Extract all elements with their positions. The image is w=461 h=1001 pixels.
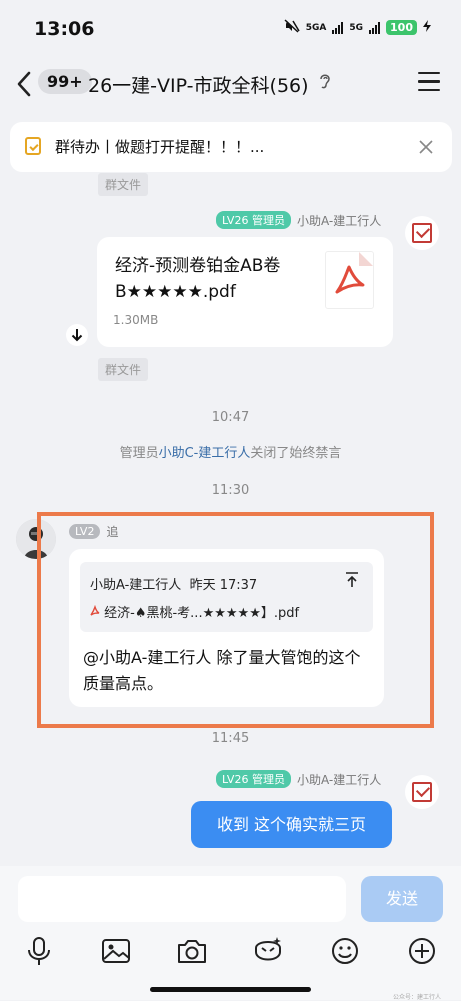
pdf-small-icon: [90, 604, 104, 621]
emoji-icon[interactable]: [328, 934, 362, 968]
close-icon[interactable]: [418, 133, 434, 161]
back-button[interactable]: [14, 70, 36, 98]
signal-icon: [369, 21, 381, 34]
sender-row: LV26 管理员 小助A-建工行人: [216, 211, 381, 229]
system-suffix: 关闭了始终禁言: [250, 446, 342, 461]
status-bar: 13:06 5GA 5G 100: [0, 0, 461, 56]
timestamp: 10:47: [211, 410, 250, 425]
quote-header: 小助A-建工行人 昨天 17:37: [90, 574, 257, 593]
microphone-icon[interactable]: [22, 934, 56, 968]
image-icon[interactable]: [99, 934, 133, 968]
message-text: @小助A-建工行人 除了量大管饱的这个质量高点。: [83, 648, 361, 693]
ear-icon: [319, 72, 331, 94]
group-title[interactable]: 26一建-VIP-市政全科(56): [88, 71, 309, 98]
outgoing-message[interactable]: 收到 这个确实就三页: [191, 801, 392, 848]
quote-file-name: 经济-♠黑桃-考...★★★★★】.pdf: [104, 606, 300, 621]
sender-name[interactable]: 小助A-建工行人: [297, 212, 381, 229]
network-5ga-label: 5GA: [305, 22, 327, 33]
pdf-file-icon: [325, 251, 374, 309]
signal-icon: [332, 21, 344, 34]
home-indicator[interactable]: [150, 987, 311, 992]
file-name: 经济-预测卷铂金AB卷B★★★★★.pdf: [115, 256, 281, 302]
quote-sender: 小助A-建工行人: [90, 578, 182, 593]
system-admin-link[interactable]: 小助C-建工行人: [159, 446, 251, 461]
jump-to-icon[interactable]: [345, 572, 359, 592]
message-input[interactable]: [18, 876, 346, 922]
notice-text: 群待办丨做题打开提醒！！！...: [55, 138, 265, 156]
unread-badge[interactable]: 99+: [38, 69, 92, 94]
charging-icon: [423, 20, 431, 35]
sender-name[interactable]: 追: [106, 523, 118, 540]
file-size: 1.30MB: [113, 313, 159, 327]
sticker-icon[interactable]: [251, 934, 285, 968]
battery-indicator: 100: [386, 20, 417, 35]
network-5g-label: 5G: [349, 22, 364, 33]
todo-icon: [25, 137, 41, 155]
quote-file: 经济-♠黑桃-考...★★★★★】.pdf: [90, 602, 299, 621]
level-badge: LV26 管理员: [216, 770, 291, 788]
quoted-message[interactable]: 小助A-建工行人 昨天 17:37 经济-♠黑桃-考...★★★★★】.pdf: [80, 562, 373, 632]
mute-icon: [284, 19, 300, 36]
system-prefix: 管理员: [119, 446, 159, 461]
send-button[interactable]: 发送: [361, 876, 443, 922]
group-file-tag[interactable]: 群文件: [98, 173, 149, 196]
checkbox-icon[interactable]: [405, 775, 439, 809]
quote-time: 昨天 17:37: [189, 578, 258, 593]
file-message[interactable]: 经济-预测卷铂金AB卷B★★★★★.pdf 1.30MB: [97, 237, 393, 347]
timestamp: 11:30: [211, 483, 250, 498]
sender-row: LV2 追: [69, 523, 118, 540]
checkbox-icon[interactable]: [405, 216, 439, 250]
status-time: 13:06: [34, 18, 95, 40]
sender-row: LV26 管理员 小助A-建工行人: [216, 770, 381, 788]
menu-button[interactable]: [418, 72, 440, 92]
chat-header: 99+ 26一建-VIP-市政全科(56): [0, 56, 461, 112]
group-file-tag[interactable]: 群文件: [98, 358, 149, 381]
level-badge: LV2: [69, 524, 101, 539]
status-icons: 5GA 5G 100: [284, 19, 431, 36]
reply-message[interactable]: 小助A-建工行人 昨天 17:37 经济-♠黑桃-考...★★★★★】.pdf …: [69, 549, 384, 707]
pinned-notice[interactable]: 群待办丨做题打开提醒！！！...: [10, 122, 452, 172]
input-area: 发送: [0, 866, 461, 1000]
camera-icon[interactable]: [175, 934, 209, 968]
timestamp: 11:45: [211, 731, 250, 746]
plus-icon[interactable]: [405, 934, 439, 968]
system-message: 管理员小助C-建工行人关闭了始终禁言: [0, 442, 461, 461]
level-badge: LV26 管理员: [216, 211, 291, 229]
sender-name[interactable]: 小助A-建工行人: [297, 771, 381, 788]
download-icon[interactable]: [66, 324, 88, 346]
